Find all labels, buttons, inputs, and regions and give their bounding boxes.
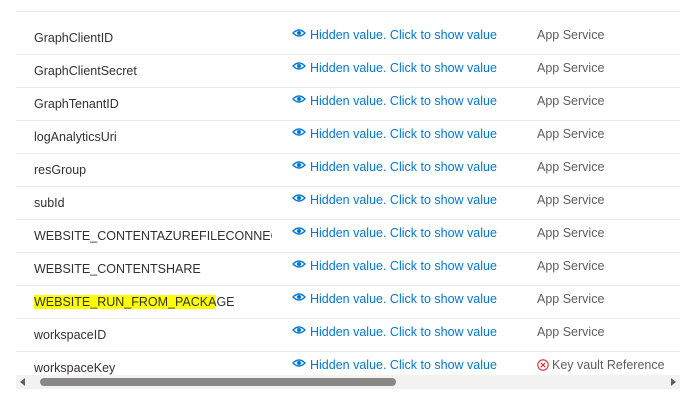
setting-source: App Service — [537, 259, 605, 273]
setting-name[interactable]: GraphClientSecret — [34, 64, 272, 78]
show-value-link[interactable]: Hidden value. Click to show value — [292, 193, 497, 207]
show-value-text[interactable]: Hidden value. Click to show value — [310, 61, 497, 75]
table-row: subId Hidden value. Click to show value … — [16, 187, 680, 220]
setting-source: App Service — [537, 226, 605, 240]
show-value-link[interactable]: Hidden value. Click to show value — [292, 292, 497, 306]
show-value-text[interactable]: Hidden value. Click to show value — [310, 28, 497, 42]
setting-source: App Service — [537, 325, 605, 339]
setting-name[interactable]: WEBSITE_RUN_FROM_PACKAGE — [34, 295, 272, 309]
setting-source: App Service — [537, 127, 605, 141]
setting-source: Key vault Reference — [537, 358, 665, 372]
source-text: Key vault Reference — [552, 358, 665, 372]
error-circle-icon — [537, 359, 549, 371]
eye-icon — [292, 359, 306, 367]
show-value-link[interactable]: Hidden value. Click to show value — [292, 28, 497, 42]
eye-icon — [292, 128, 306, 136]
table-row: GraphClientSecret Hidden value. Click to… — [16, 55, 680, 88]
table-row: GraphTenantID Hidden value. Click to sho… — [16, 88, 680, 121]
table-row: logAnalyticsUri Hidden value. Click to s… — [16, 121, 680, 154]
table-row: workspaceID Hidden value. Click to show … — [16, 319, 680, 352]
scroll-right-arrow-icon[interactable] — [671, 378, 676, 386]
eye-icon — [292, 227, 306, 235]
show-value-link[interactable]: Hidden value. Click to show value — [292, 127, 497, 141]
show-value-text[interactable]: Hidden value. Click to show value — [310, 292, 497, 306]
eye-icon — [292, 326, 306, 334]
show-value-text[interactable]: Hidden value. Click to show value — [310, 94, 497, 108]
scroll-left-arrow-icon[interactable] — [20, 378, 25, 386]
table-row: WEBSITE_CONTENTSHARE Hidden value. Click… — [16, 253, 680, 286]
eye-icon — [292, 161, 306, 169]
table-row: WEBSITE_CONTENTAZUREFILECONNECTIONSTRING… — [16, 220, 680, 253]
show-value-text[interactable]: Hidden value. Click to show value — [310, 226, 497, 240]
show-value-link[interactable]: Hidden value. Click to show value — [292, 358, 497, 372]
app-settings-grid: GraphClientID Hidden value. Click to sho… — [0, 0, 680, 398]
setting-name[interactable]: resGroup — [34, 163, 272, 177]
show-value-link[interactable]: Hidden value. Click to show value — [292, 94, 497, 108]
eye-icon — [292, 260, 306, 268]
setting-name[interactable]: WEBSITE_CONTENTAZUREFILECONNECTIONSTRING — [34, 229, 272, 243]
settings-rows: GraphClientID Hidden value. Click to sho… — [16, 22, 680, 385]
setting-source: App Service — [537, 292, 605, 306]
setting-name[interactable]: WEBSITE_CONTENTSHARE — [34, 262, 272, 276]
setting-source: App Service — [537, 61, 605, 75]
horizontal-scrollbar[interactable] — [16, 375, 680, 389]
setting-name[interactable]: GraphTenantID — [34, 97, 272, 111]
table-row: WEBSITE_RUN_FROM_PACKAGE Hidden value. C… — [16, 286, 680, 319]
scrollbar-thumb[interactable] — [40, 378, 396, 386]
setting-source: App Service — [537, 94, 605, 108]
setting-source: App Service — [537, 160, 605, 174]
eye-icon — [292, 194, 306, 202]
show-value-text[interactable]: Hidden value. Click to show value — [310, 259, 497, 273]
show-value-link[interactable]: Hidden value. Click to show value — [292, 259, 497, 273]
eye-icon — [292, 293, 306, 301]
table-row: GraphClientID Hidden value. Click to sho… — [16, 22, 680, 55]
eye-icon — [292, 29, 306, 37]
setting-name[interactable]: GraphClientID — [34, 31, 272, 45]
show-value-text[interactable]: Hidden value. Click to show value — [310, 127, 497, 141]
table-row: resGroup Hidden value. Click to show val… — [16, 154, 680, 187]
setting-name[interactable]: logAnalyticsUri — [34, 130, 272, 144]
setting-name-rest: GE — [216, 295, 235, 309]
setting-name[interactable]: workspaceKey — [34, 361, 272, 375]
show-value-text[interactable]: Hidden value. Click to show value — [310, 193, 497, 207]
show-value-text[interactable]: Hidden value. Click to show value — [310, 358, 497, 372]
search-highlight: WEBSITE_RUN_FROM_PACKA — [34, 295, 217, 309]
show-value-link[interactable]: Hidden value. Click to show value — [292, 160, 497, 174]
show-value-link[interactable]: Hidden value. Click to show value — [292, 226, 497, 240]
setting-name[interactable]: subId — [34, 196, 272, 210]
show-value-text[interactable]: Hidden value. Click to show value — [310, 160, 497, 174]
show-value-link[interactable]: Hidden value. Click to show value — [292, 325, 497, 339]
eye-icon — [292, 62, 306, 70]
setting-source: App Service — [537, 193, 605, 207]
setting-source: App Service — [537, 28, 605, 42]
setting-name[interactable]: workspaceID — [34, 328, 272, 342]
show-value-text[interactable]: Hidden value. Click to show value — [310, 325, 497, 339]
eye-icon — [292, 95, 306, 103]
show-value-link[interactable]: Hidden value. Click to show value — [292, 61, 497, 75]
previous-row-fragment — [16, 0, 680, 12]
